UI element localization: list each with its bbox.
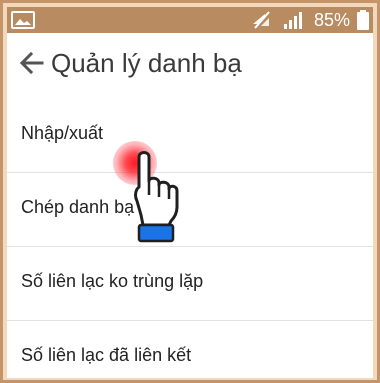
menu-item-label: Nhập/xuất (21, 123, 104, 143)
menu-item-label: Chép danh bạ (21, 197, 135, 217)
menu-item-label: Số liên lạc ko trùng lặp (21, 271, 204, 291)
mute-icon (253, 11, 270, 29)
menu-item-linked-contacts[interactable]: Số liên lạc đã liên kết (7, 321, 373, 378)
image-icon (11, 11, 35, 29)
arrow-left-icon (20, 52, 44, 74)
toolbar: Quản lý danh bạ (7, 33, 373, 93)
page-title: Quản lý danh bạ (51, 48, 242, 78)
menu-item-label: Số liên lạc đã liên kết (21, 345, 192, 365)
menu-item-copy-contacts[interactable]: Chép danh bạ (7, 173, 373, 247)
status-bar: 85% (7, 7, 373, 33)
battery-icon (357, 10, 369, 30)
menu-item-import-export[interactable]: Nhập/xuất (7, 99, 373, 173)
menu-item-unique-contacts[interactable]: Số liên lạc ko trùng lặp (7, 247, 373, 321)
menu-list: Nhập/xuất Chép danh bạ Số liên lạc ko tr… (7, 99, 373, 378)
pointing-hand-icon (134, 151, 179, 243)
screenshot-frame: 85% Quản lý danh bạ Nhập/xuất Chép danh … (3, 3, 377, 380)
back-button[interactable] (17, 49, 47, 77)
app-screen: Quản lý danh bạ Nhập/xuất Chép danh bạ S… (7, 33, 373, 378)
battery-percent: 85% (314, 10, 351, 30)
signal-icon (284, 12, 302, 29)
